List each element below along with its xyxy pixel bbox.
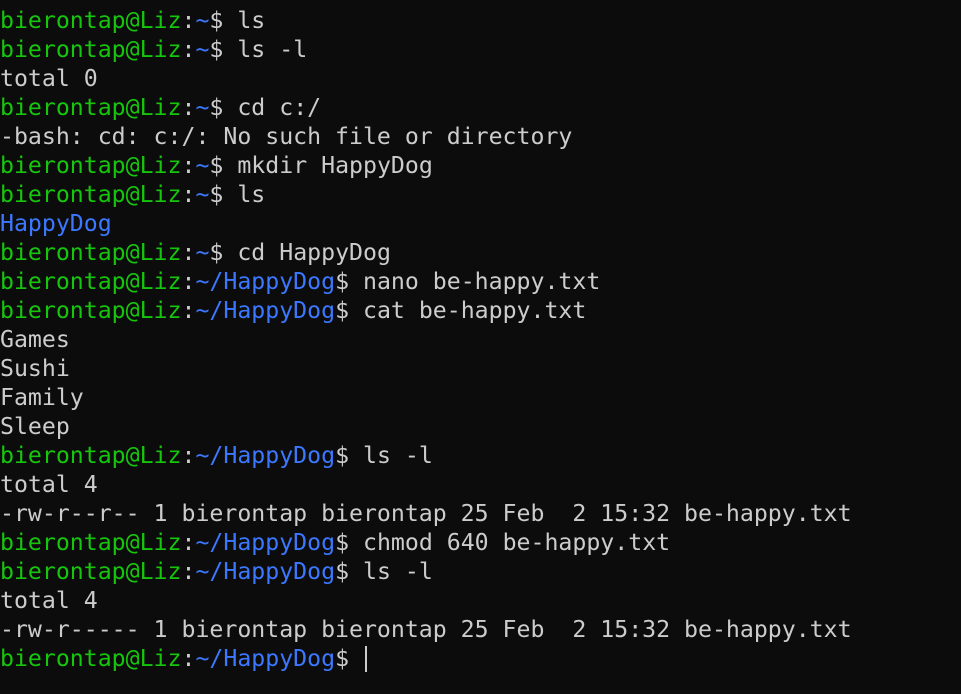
command-text: ls <box>223 7 266 34</box>
prompt-user-host: bierontap@Liz <box>0 442 182 469</box>
terminal-window[interactable]: bierontap@Liz:~$ ls bierontap@Liz:~$ ls -… <box>0 0 961 694</box>
prompt-separator: : <box>181 442 196 469</box>
command-text: cd c:/ <box>223 94 322 121</box>
command-line: bierontap@Liz:~/HappyDog$ chmod 640 be-h… <box>0 528 961 557</box>
prompt-separator: : <box>181 36 196 63</box>
prompt-dollar: $ <box>335 558 350 585</box>
command-line: bierontap@Liz:~$ ls <box>0 6 961 35</box>
prompt-dollar: $ <box>209 36 224 63</box>
prompt-dollar: $ <box>209 181 224 208</box>
prompt-user-host: bierontap@Liz <box>0 36 182 63</box>
command-line: bierontap@Liz:~$ ls <box>0 180 961 209</box>
output-text: -bash: cd: c:/: No such file or director… <box>0 123 573 150</box>
prompt-user-host: bierontap@Liz <box>0 239 182 266</box>
active-prompt-line: bierontap@Liz:~/HappyDog$ <box>0 644 961 673</box>
command-line: bierontap@Liz:~$ mkdir HappyDog <box>0 151 961 180</box>
command-text: ls -l <box>349 442 433 469</box>
prompt-user-host: bierontap@Liz <box>0 181 182 208</box>
prompt-path: ~ <box>195 94 210 121</box>
output-line: -bash: cd: c:/: No such file or director… <box>0 122 961 151</box>
prompt-path: ~ <box>195 7 210 34</box>
output-line: -rw-r----- 1 bierontap bierontap 25 Feb … <box>0 615 961 644</box>
prompt-separator: : <box>181 152 196 179</box>
command-text: ls <box>223 181 266 208</box>
prompt-user-host: bierontap@Liz <box>0 94 182 121</box>
command-text: nano be-happy.txt <box>349 268 601 295</box>
output-text: Sleep <box>0 413 70 440</box>
terminal-output: bierontap@Liz:~$ ls bierontap@Liz:~$ ls -… <box>0 6 961 673</box>
prompt-path: ~ <box>195 36 210 63</box>
prompt-user-host: bierontap@Liz <box>0 7 182 34</box>
output-text: total 0 <box>0 65 98 92</box>
command-line: bierontap@Liz:~$ cd c:/ <box>0 93 961 122</box>
command-input[interactable] <box>349 645 363 672</box>
prompt-dollar: $ <box>335 442 350 469</box>
prompt-user-host: bierontap@Liz <box>0 529 182 556</box>
command-line: bierontap@Liz:~$ cd HappyDog <box>0 238 961 267</box>
prompt-path: ~/HappyDog <box>195 297 336 324</box>
output-line: total 4 <box>0 586 961 615</box>
prompt-dollar: $ <box>209 94 224 121</box>
directory-listing-entry: HappyDog <box>0 209 961 238</box>
prompt-separator: : <box>181 645 196 672</box>
prompt-separator: : <box>181 268 196 295</box>
prompt-user-host: bierontap@Liz <box>0 268 182 295</box>
output-line: -rw-r--r-- 1 bierontap bierontap 25 Feb … <box>0 499 961 528</box>
command-line: bierontap@Liz:~/HappyDog$ ls -l <box>0 441 961 470</box>
prompt-dollar: $ <box>335 645 350 672</box>
output-line: Sleep <box>0 412 961 441</box>
command-line: bierontap@Liz:~/HappyDog$ cat be-happy.t… <box>0 296 961 325</box>
command-text: mkdir HappyDog <box>223 152 433 179</box>
output-text: -rw-r--r-- 1 bierontap bierontap 25 Feb … <box>0 500 852 527</box>
prompt-user-host: bierontap@Liz <box>0 152 182 179</box>
directory-name: HappyDog <box>0 210 112 237</box>
prompt-dollar: $ <box>209 7 224 34</box>
output-text: total 4 <box>0 587 98 614</box>
prompt-path: ~/HappyDog <box>195 529 336 556</box>
command-text: chmod 640 be-happy.txt <box>349 529 671 556</box>
prompt-path: ~ <box>195 181 210 208</box>
prompt-dollar: $ <box>335 529 350 556</box>
prompt-path: ~/HappyDog <box>195 442 336 469</box>
text-cursor <box>365 646 367 672</box>
output-line: Family <box>0 383 961 412</box>
prompt-user-host: bierontap@Liz <box>0 297 182 324</box>
output-text: -rw-r----- 1 bierontap bierontap 25 Feb … <box>0 616 852 643</box>
command-text: cat be-happy.txt <box>349 297 587 324</box>
output-text: total 4 <box>0 471 98 498</box>
command-line: bierontap@Liz:~$ ls -l <box>0 35 961 64</box>
output-text: Games <box>0 326 70 353</box>
output-line: Games <box>0 325 961 354</box>
command-text: ls -l <box>349 558 433 585</box>
output-text: Family <box>0 384 84 411</box>
prompt-dollar: $ <box>335 268 350 295</box>
prompt-path: ~ <box>195 152 210 179</box>
prompt-dollar: $ <box>209 152 224 179</box>
output-line: Sushi <box>0 354 961 383</box>
prompt-separator: : <box>181 181 196 208</box>
prompt-path: ~ <box>195 239 210 266</box>
prompt-path: ~/HappyDog <box>195 645 336 672</box>
command-text: cd HappyDog <box>223 239 391 266</box>
output-text: Sushi <box>0 355 70 382</box>
prompt-path: ~/HappyDog <box>195 268 336 295</box>
prompt-dollar: $ <box>209 239 224 266</box>
prompt-separator: : <box>181 239 196 266</box>
prompt-separator: : <box>181 94 196 121</box>
command-line: bierontap@Liz:~/HappyDog$ ls -l <box>0 557 961 586</box>
prompt-user-host: bierontap@Liz <box>0 558 182 585</box>
prompt-separator: : <box>181 558 196 585</box>
prompt-separator: : <box>181 7 196 34</box>
prompt-separator: : <box>181 529 196 556</box>
prompt-separator: : <box>181 297 196 324</box>
command-text: ls -l <box>223 36 308 63</box>
prompt-user-host: bierontap@Liz <box>0 645 182 672</box>
prompt-path: ~/HappyDog <box>195 558 336 585</box>
output-line: total 4 <box>0 470 961 499</box>
command-line: bierontap@Liz:~/HappyDog$ nano be-happy.… <box>0 267 961 296</box>
output-line: total 0 <box>0 64 961 93</box>
prompt-dollar: $ <box>335 297 350 324</box>
